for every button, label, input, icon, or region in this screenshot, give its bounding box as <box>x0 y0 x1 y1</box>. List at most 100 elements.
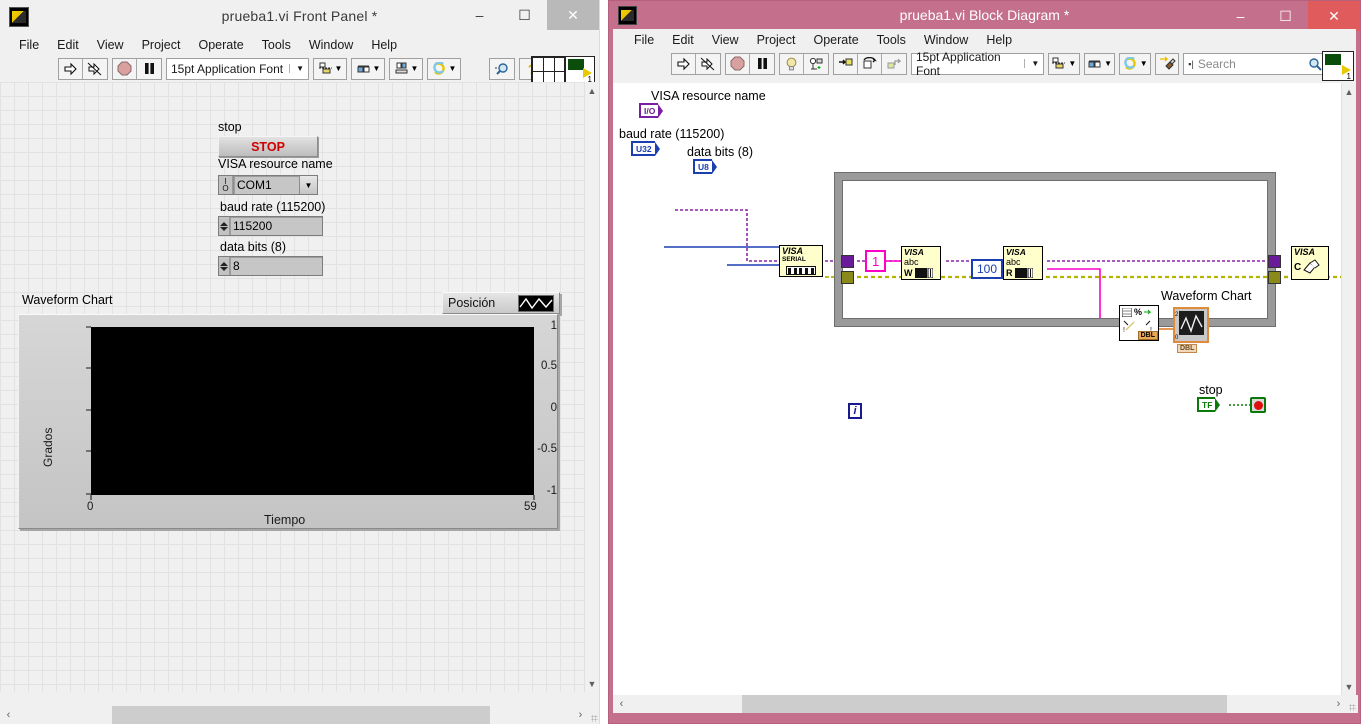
chevron-down-icon[interactable]: ▼ <box>411 64 419 73</box>
hscroll-track[interactable] <box>630 695 1330 713</box>
chevron-down-icon[interactable]: ▼ <box>335 64 343 73</box>
chevron-down-icon[interactable]: ▼ <box>373 64 381 73</box>
scan-from-string-node[interactable]: % ! ! DBL <box>1119 305 1159 341</box>
align-objects-button[interactable]: ▼ <box>313 57 347 80</box>
chevron-down-icon[interactable]: ▼ <box>449 64 457 73</box>
run-button[interactable] <box>672 53 696 74</box>
chevron-down-icon[interactable]: ▼ <box>1140 59 1148 68</box>
menu-item-project[interactable]: Project <box>748 31 805 49</box>
menu-item-project[interactable]: Project <box>133 36 190 54</box>
search-icon[interactable] <box>489 57 515 80</box>
data-bits-value[interactable]: 8 <box>230 257 322 275</box>
front-panel-canvas[interactable]: stop STOP VISA resource name I O COM1 ▼ … <box>0 82 585 692</box>
baud-rate-value[interactable]: 115200 <box>230 217 322 235</box>
menu-item-window[interactable]: Window <box>300 36 362 54</box>
scroll-right-icon[interactable]: › <box>572 709 589 721</box>
step-over-button[interactable] <box>858 53 882 74</box>
stop-button[interactable]: STOP <box>218 136 318 157</box>
run-continuously-button[interactable] <box>696 53 720 74</box>
waveform-chart-terminal[interactable]: 2 0 DBL <box>1173 307 1209 353</box>
step-into-button[interactable] <box>834 53 858 74</box>
vi-icon[interactable]: 1 <box>565 56 595 84</box>
loop-tunnel-visa-in[interactable] <box>841 255 854 268</box>
visa-resource-terminal[interactable]: I/O <box>639 103 664 118</box>
chart-plot-legend[interactable]: Posición <box>442 292 560 314</box>
block-diagram-hscrollbar[interactable]: ‹ › <box>613 695 1358 713</box>
vi-icon[interactable]: 1 <box>1322 51 1354 81</box>
block-diagram-vscrollbar[interactable]: ▲ ▼ <box>1341 83 1356 695</box>
menu-item-operate[interactable]: Operate <box>804 31 867 49</box>
loop-tunnel-visa-out[interactable] <box>1268 255 1281 268</box>
font-selector[interactable]: 15pt Application Font ▼ <box>911 50 1045 78</box>
chart-plot-area[interactable] <box>91 327 534 495</box>
read-count-constant[interactable]: 100 <box>971 259 1004 279</box>
abort-execution-button[interactable] <box>113 58 137 79</box>
highlight-execution-button[interactable] <box>780 53 804 74</box>
data-bits-terminal[interactable]: U8 <box>693 159 717 174</box>
visa-configure-serial-port-node[interactable]: VISA SERIAL <box>779 245 823 277</box>
run-button[interactable] <box>59 58 83 79</box>
visa-resource-value[interactable]: COM1 <box>233 176 299 194</box>
menu-item-file[interactable]: File <box>625 31 663 49</box>
scroll-down-icon[interactable]: ▼ <box>1342 678 1356 695</box>
pause-button[interactable] <box>137 58 161 79</box>
minimize-button[interactable]: – <box>457 0 502 30</box>
chevron-down-icon[interactable]: ▼ <box>1104 59 1112 68</box>
menu-item-file[interactable]: File <box>10 36 48 54</box>
close-button[interactable]: ✕ <box>1308 1 1360 31</box>
menu-item-edit[interactable]: Edit <box>48 36 88 54</box>
distribute-objects-button[interactable]: ▼ <box>351 57 385 80</box>
chevron-down-icon[interactable]: ▼ <box>1024 59 1039 68</box>
scroll-up-icon[interactable]: ▲ <box>1342 83 1356 100</box>
menu-item-help[interactable]: Help <box>362 36 406 54</box>
clean-up-diagram-button[interactable] <box>1155 52 1180 75</box>
chevron-down-icon[interactable]: ▼ <box>1068 59 1076 68</box>
baud-rate-terminal[interactable]: U32 <box>631 141 660 156</box>
scroll-left-icon[interactable]: ‹ <box>0 709 17 721</box>
distribute-objects-button[interactable]: ▼ <box>1083 52 1116 75</box>
data-bits-input[interactable]: 8 <box>218 256 323 276</box>
menu-item-help[interactable]: Help <box>977 31 1021 49</box>
maximize-button[interactable]: ☐ <box>502 0 547 30</box>
step-out-button[interactable] <box>882 53 906 74</box>
abort-execution-button[interactable] <box>726 53 750 74</box>
hscroll-track[interactable] <box>17 706 572 724</box>
pause-button[interactable] <box>750 53 774 74</box>
scroll-down-icon[interactable]: ▼ <box>585 675 599 692</box>
hscroll-thumb[interactable] <box>742 695 1227 713</box>
resize-objects-button[interactable]: ▼ <box>389 57 423 80</box>
menu-item-view[interactable]: View <box>88 36 133 54</box>
close-button[interactable]: ✕ <box>547 0 599 30</box>
scroll-up-icon[interactable]: ▲ <box>585 82 599 99</box>
menu-item-operate[interactable]: Operate <box>189 36 252 54</box>
stop-terminal[interactable]: TF <box>1197 397 1221 412</box>
front-panel-hscrollbar[interactable]: ‹ › <box>0 706 599 724</box>
write-string-constant[interactable]: 1 <box>865 250 887 272</box>
visa-resource-name-input[interactable]: I O COM1 ▼ <box>218 175 318 195</box>
hscroll-thumb[interactable] <box>112 706 490 724</box>
loop-stop-condition-terminal[interactable] <box>1250 397 1266 413</box>
resize-grip[interactable] <box>589 706 599 724</box>
menu-item-window[interactable]: Window <box>915 31 977 49</box>
minimize-button[interactable]: – <box>1218 1 1263 31</box>
visa-read-node[interactable]: VISA abc R <box>1003 246 1043 280</box>
resize-grip[interactable] <box>1347 695 1358 713</box>
retain-wire-values-button[interactable] <box>804 53 828 74</box>
search-input[interactable]: ▪| Search <box>1183 52 1328 75</box>
front-panel-vscrollbar[interactable]: ▲ ▼ <box>584 82 599 692</box>
loop-tunnel-error-in[interactable] <box>841 271 854 284</box>
block-diagram-canvas[interactable]: VISA resource name I/O baud rate (115200… <box>613 83 1341 695</box>
iteration-terminal[interactable]: i <box>848 403 862 419</box>
visa-close-node[interactable]: VISA C <box>1291 246 1329 280</box>
menu-item-view[interactable]: View <box>703 31 748 49</box>
reorder-button[interactable]: ▼ <box>1119 52 1152 75</box>
align-objects-button[interactable]: ▼ <box>1048 52 1080 75</box>
waveform-icon[interactable] <box>518 294 554 312</box>
chevron-down-icon[interactable]: ▼ <box>299 176 317 194</box>
data-bits-stepper[interactable] <box>219 257 230 275</box>
menu-item-edit[interactable]: Edit <box>663 31 703 49</box>
baud-rate-input[interactable]: 115200 <box>218 216 323 236</box>
reorder-button[interactable]: ▼ <box>427 57 461 80</box>
chart-body[interactable]: Grados 1 0.5 0 -0.5 -1 0 59 Tiempo <box>18 314 558 529</box>
waveform-chart[interactable]: Waveform Chart Posición Grados 1 0.5 0 -… <box>18 292 560 532</box>
